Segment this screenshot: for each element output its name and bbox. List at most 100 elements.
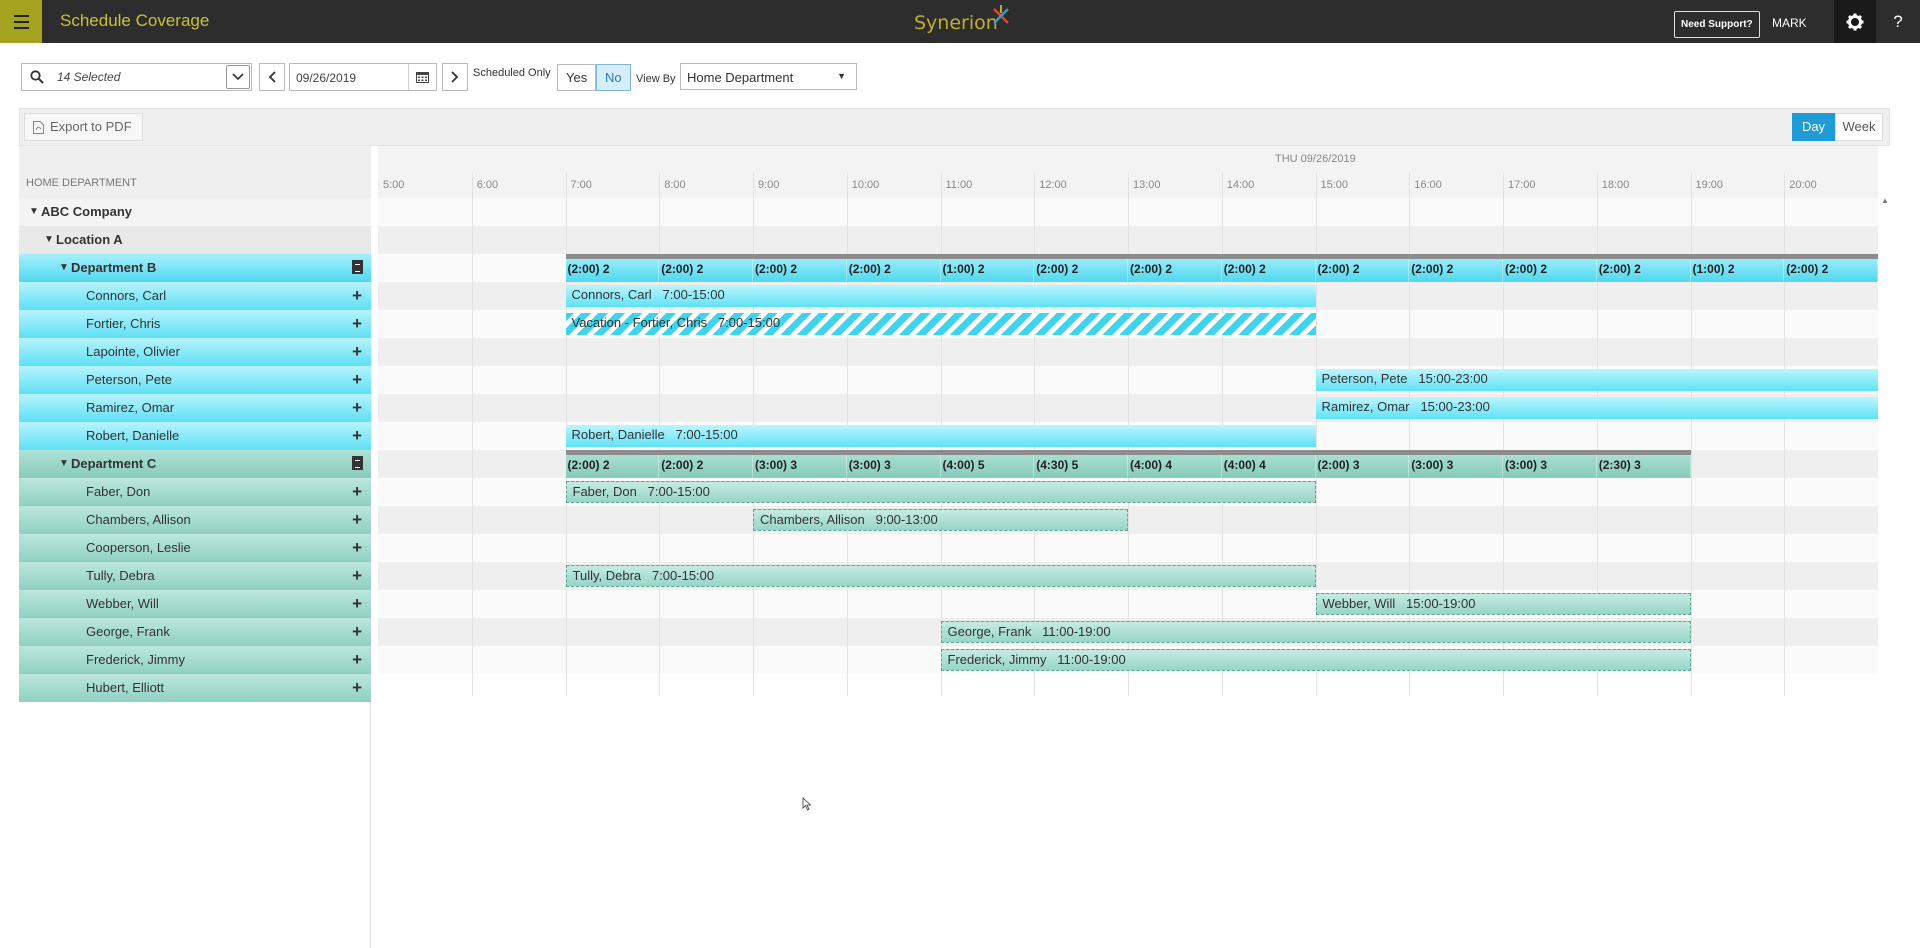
coverage-cell[interactable]: (2:00) 2 — [1316, 259, 1410, 282]
add-shift-icon[interactable]: + — [352, 422, 362, 450]
coverage-row: (2:00) 2 (2:00) 2 (2:00) 2 (2:00) 2 (1:00) 2… — [565, 254, 1878, 282]
tree-employee-row[interactable]: Cooperson, Leslie + — [19, 534, 371, 562]
coverage-cell[interactable]: (2:00) 2 — [566, 259, 660, 282]
need-support-button[interactable]: Need Support? — [1674, 11, 1760, 38]
tree-employee-row[interactable]: Hubert, Elliott + — [19, 674, 371, 702]
tree-employee-row[interactable]: Peterson, Pete + — [19, 366, 371, 394]
shift-bar[interactable]: Faber, Don 7:00-15:00 — [565, 481, 1316, 503]
next-day-button[interactable] — [442, 63, 468, 91]
coverage-cell[interactable]: (2:00) 2 — [1597, 259, 1691, 282]
coverage-cell[interactable]: (2:00) 2 — [566, 455, 660, 478]
add-shift-icon[interactable]: + — [352, 646, 362, 674]
add-shift-icon[interactable]: + — [352, 478, 362, 506]
export-pdf-button[interactable]: Export to PDF — [24, 113, 143, 141]
date-field[interactable]: 09/26/2019 — [289, 63, 437, 91]
shift-bar[interactable]: Ramirez, Omar 15:00-23:00 — [1315, 397, 1878, 419]
shift-bar[interactable]: Peterson, Pete 15:00-23:00 — [1315, 369, 1878, 391]
coverage-cell[interactable]: (3:00) 3 — [847, 455, 941, 478]
previous-day-button[interactable] — [259, 63, 285, 91]
tree-company-row[interactable]: ▼ ABC Company — [19, 198, 371, 226]
week-view-button[interactable]: Week — [1835, 113, 1883, 141]
coverage-cell[interactable]: (2:00) 2 — [1503, 259, 1597, 282]
report-icon[interactable] — [352, 260, 363, 274]
chevron-down-icon[interactable] — [226, 65, 250, 89]
mouse-cursor-icon — [802, 797, 812, 811]
coverage-cell[interactable]: (3:00) 3 — [1503, 455, 1597, 478]
shift-bar[interactable]: George, Frank 11:00-19:00 — [940, 621, 1691, 643]
add-shift-icon[interactable]: + — [352, 366, 362, 394]
add-shift-icon[interactable]: + — [352, 394, 362, 422]
tree-employee-row[interactable]: Tully, Debra + — [19, 562, 371, 590]
coverage-cell[interactable]: (2:00) 2 — [847, 259, 941, 282]
tree-employee-row[interactable]: Robert, Danielle + — [19, 422, 371, 450]
scroll-up-icon[interactable]: ▲ — [1879, 196, 1891, 208]
help-icon[interactable]: ? — [1876, 0, 1920, 43]
tree-employee-row[interactable]: Webber, Will + — [19, 590, 371, 618]
coverage-cell[interactable]: (2:00) 2 — [659, 259, 753, 282]
scheduled-only-no[interactable]: No — [596, 64, 631, 91]
coverage-cell[interactable]: (2:00) 2 — [1034, 259, 1128, 282]
tree-header: HOME DEPARTMENT — [19, 146, 371, 198]
shift-bar[interactable]: Robert, Danielle 7:00-15:00 — [565, 425, 1316, 447]
coverage-cell[interactable]: (2:00) 2 — [659, 455, 753, 478]
add-shift-icon[interactable]: + — [352, 618, 362, 646]
shift-bar[interactable]: Frederick, Jimmy 11:00-19:00 — [940, 649, 1691, 671]
hour-label: 20:00 — [1789, 179, 1817, 191]
employee-selector[interactable]: 14 Selected — [21, 63, 252, 91]
caret-down-icon[interactable]: ▼ — [59, 450, 69, 478]
add-shift-icon[interactable]: + — [352, 506, 362, 534]
tree-dept-c-row[interactable]: ▼ Department C — [19, 450, 371, 478]
employee-name: Peterson, Pete — [86, 372, 172, 387]
tree-employee-row[interactable]: Fortier, Chris + — [19, 310, 371, 338]
add-shift-icon[interactable]: + — [352, 534, 362, 562]
coverage-cell[interactable]: (2:00) 2 — [1784, 259, 1878, 282]
coverage-cell[interactable]: (1:00) 2 — [1691, 259, 1785, 282]
gear-icon[interactable] — [1834, 0, 1876, 43]
tree-employee-row[interactable]: Chambers, Allison + — [19, 506, 371, 534]
add-shift-icon[interactable]: + — [352, 282, 362, 310]
coverage-cell[interactable]: (3:00) 3 — [1409, 455, 1503, 478]
coverage-cell[interactable]: (2:30) 3 — [1597, 455, 1691, 478]
report-icon[interactable] — [352, 456, 363, 470]
add-shift-icon[interactable]: + — [352, 562, 362, 590]
shift-bar[interactable]: Connors, Carl 7:00-15:00 — [565, 285, 1316, 307]
tree-location-row[interactable]: ▼ Location A — [19, 226, 371, 254]
employee-name: Webber, Will — [86, 596, 159, 611]
scheduled-only-yes[interactable]: Yes — [557, 64, 597, 91]
coverage-cell[interactable]: (1:00) 2 — [941, 259, 1035, 282]
coverage-cell[interactable]: (2:00) 2 — [1128, 259, 1222, 282]
shift-bar[interactable]: Tully, Debra 7:00-15:00 — [565, 565, 1316, 587]
add-shift-icon[interactable]: + — [352, 590, 362, 618]
view-by-select[interactable]: Home Department ▼ — [680, 63, 857, 90]
hour-label: 14:00 — [1226, 179, 1255, 191]
coverage-cell[interactable]: (4:30) 5 — [1034, 455, 1128, 478]
tree-employee-row[interactable]: Faber, Don + — [19, 478, 371, 506]
hamburger-menu-icon[interactable] — [0, 0, 42, 43]
add-shift-icon[interactable]: + — [352, 310, 362, 338]
coverage-cell[interactable]: (4:00) 5 — [941, 455, 1035, 478]
coverage-cell[interactable]: (3:00) 3 — [753, 455, 847, 478]
tree-employee-row[interactable]: Ramirez, Omar + — [19, 394, 371, 422]
coverage-cell[interactable]: (4:00) 4 — [1222, 455, 1316, 478]
add-shift-icon[interactable]: + — [352, 674, 362, 702]
coverage-cell[interactable]: (2:00) 3 — [1316, 455, 1410, 478]
tree-employee-row[interactable]: George, Frank + — [19, 618, 371, 646]
add-shift-icon[interactable]: + — [352, 338, 362, 366]
tree-employee-row[interactable]: Frederick, Jimmy + — [19, 646, 371, 674]
tree-employee-row[interactable]: Connors, Carl + — [19, 282, 371, 310]
coverage-cell[interactable]: (2:00) 2 — [1409, 259, 1503, 282]
user-name[interactable]: MARK — [1772, 16, 1807, 30]
caret-down-icon[interactable]: ▼ — [44, 226, 54, 254]
vacation-bar[interactable]: Vacation - Fortier, Chris 7:00-15:00 — [565, 313, 1316, 335]
coverage-cell[interactable]: (2:00) 2 — [753, 259, 847, 282]
coverage-cell[interactable]: (4:00) 4 — [1128, 455, 1222, 478]
shift-bar[interactable]: Webber, Will 15:00-19:00 — [1315, 593, 1691, 615]
calendar-icon[interactable] — [408, 64, 436, 90]
caret-down-icon[interactable]: ▼ — [29, 198, 39, 226]
tree-employee-row[interactable]: Lapointe, Olivier + — [19, 338, 371, 366]
shift-bar[interactable]: Chambers, Allison 9:00-13:00 — [753, 509, 1128, 531]
tree-dept-b-row[interactable]: ▼ Department B — [19, 254, 371, 282]
day-view-button[interactable]: Day — [1792, 113, 1835, 141]
caret-down-icon[interactable]: ▼ — [59, 254, 69, 282]
coverage-cell[interactable]: (2:00) 2 — [1222, 259, 1316, 282]
